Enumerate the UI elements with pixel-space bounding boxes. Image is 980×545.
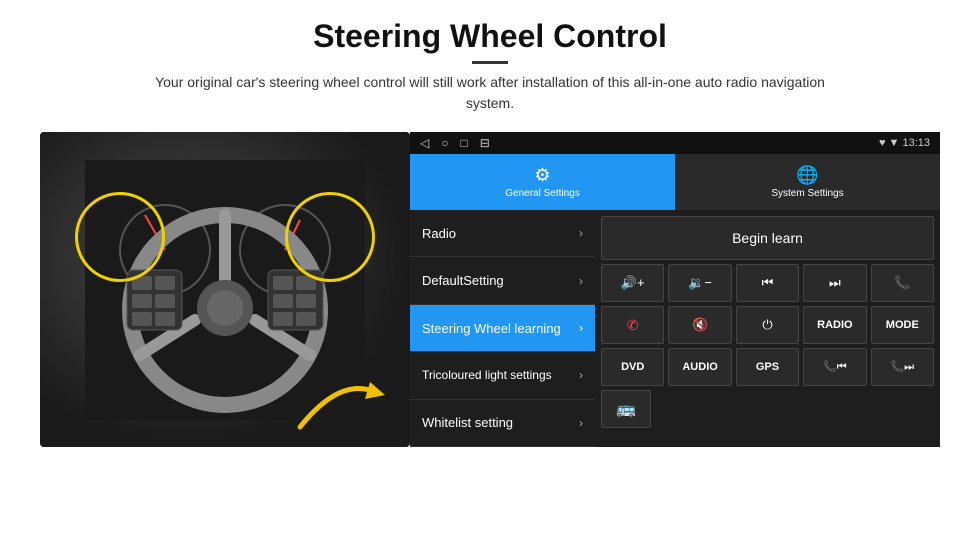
prev-icon: ⏮ <box>762 275 774 291</box>
menu-item-whitelist[interactable]: Whitelist setting › <box>410 400 595 447</box>
menu-tricolour-label: Tricoloured light settings <box>422 368 552 382</box>
tab-general-label: General Settings <box>505 188 580 199</box>
control-buttons-row3: DVD AUDIO GPS 📞⏮ 📞⏭ <box>601 348 934 386</box>
dvd-button[interactable]: DVD <box>601 348 664 386</box>
screenshot-nav-icon[interactable]: ⊟ <box>480 136 490 150</box>
tab-system-label: System Settings <box>771 188 843 199</box>
tel-next-icon: 📞⏭ <box>890 360 914 374</box>
tel-next-button[interactable]: 📞⏭ <box>871 348 934 386</box>
next-track-button[interactable]: ⏭ <box>803 264 866 302</box>
chevron-right-icon: › <box>579 274 583 288</box>
whitelist-bus-icon[interactable]: 🚌 <box>601 390 651 428</box>
call-end-button[interactable]: ✆ <box>601 306 664 344</box>
chevron-right-icon: › <box>579 368 583 382</box>
mode-button[interactable]: MODE <box>871 306 934 344</box>
menu-item-tricolour[interactable]: Tricoloured light settings › <box>410 352 595 399</box>
power-icon: ⏻ <box>762 317 772 333</box>
mode-label: MODE <box>886 319 919 331</box>
bus-icon: 🚌 <box>616 399 636 419</box>
status-bar-nav-icons: ◁ ○ □ ⊟ <box>420 136 490 150</box>
status-time: ♥ ▼ 13:13 <box>879 137 930 149</box>
globe-icon: 🌐 <box>796 165 818 186</box>
content-area: ◁ ○ □ ⊟ ♥ ▼ 13:13 ⚙ General Settings 🌐 S… <box>40 132 940 535</box>
menu-steering-label: Steering Wheel learning <box>422 321 561 336</box>
begin-learn-row: Begin learn <box>601 216 934 260</box>
vol-down-icon: 🔉− <box>688 275 712 291</box>
control-buttons-row2: ✆ 🔇 ⏻ RADIO MODE <box>601 306 934 344</box>
radio-button[interactable]: RADIO <box>803 306 866 344</box>
menu-default-label: DefaultSetting <box>422 273 504 288</box>
tab-general-settings[interactable]: ⚙ General Settings <box>410 154 675 210</box>
menu-radio-label: Radio <box>422 226 456 241</box>
gps-label: GPS <box>756 361 779 373</box>
status-bar: ◁ ○ □ ⊟ ♥ ▼ 13:13 <box>410 132 940 154</box>
steering-wheel-image <box>40 132 410 447</box>
tab-bar: ⚙ General Settings 🌐 System Settings <box>410 154 940 210</box>
whitelist-icon-row: 🚌 <box>601 390 934 428</box>
title-section: Steering Wheel Control Your original car… <box>130 18 850 114</box>
back-nav-icon[interactable]: ◁ <box>420 136 429 150</box>
title-divider <box>472 61 508 64</box>
power-button[interactable]: ⏻ <box>736 306 799 344</box>
prev-track-button[interactable]: ⏮ <box>736 264 799 302</box>
menu-item-default-setting[interactable]: DefaultSetting › <box>410 257 595 304</box>
menu-item-radio[interactable]: Radio › <box>410 210 595 257</box>
control-panel: Begin learn 🔊+ 🔉− ⏮ <box>595 210 940 447</box>
home-nav-icon[interactable]: ○ <box>441 136 448 150</box>
chevron-right-icon: › <box>579 416 583 430</box>
gps-button[interactable]: GPS <box>736 348 799 386</box>
radio-label: RADIO <box>817 319 852 331</box>
begin-learn-button[interactable]: Begin learn <box>601 216 934 260</box>
menu-item-steering-wheel[interactable]: Steering Wheel learning › <box>410 305 595 352</box>
gear-icon: ⚙ <box>534 165 550 186</box>
tel-prev-icon: 📞⏮ <box>823 360 847 374</box>
tab-system-settings[interactable]: 🌐 System Settings <box>675 154 940 210</box>
menu-whitelist-label: Whitelist setting <box>422 415 513 430</box>
audio-label: AUDIO <box>682 361 717 373</box>
subtitle: Your original car's steering wheel contr… <box>130 72 850 114</box>
next-icon: ⏭ <box>829 275 841 291</box>
settings-area: Radio › DefaultSetting › Steering Wheel … <box>410 210 940 447</box>
status-bar-info: ♥ ▼ 13:13 <box>879 137 930 149</box>
recent-nav-icon[interactable]: □ <box>460 136 467 150</box>
head-unit-screen: ◁ ○ □ ⊟ ♥ ▼ 13:13 ⚙ General Settings 🌐 S… <box>410 132 940 447</box>
settings-menu-list: Radio › DefaultSetting › Steering Wheel … <box>410 210 595 447</box>
mute-icon: 🔇 <box>692 317 708 333</box>
page-title: Steering Wheel Control <box>130 18 850 55</box>
phone-icon: 📞 <box>894 275 910 291</box>
tel-prev-button[interactable]: 📞⏮ <box>803 348 866 386</box>
vol-up-icon: 🔊+ <box>621 275 645 291</box>
mute-button[interactable]: 🔇 <box>668 306 731 344</box>
call-end-icon: ✆ <box>627 317 639 334</box>
control-buttons-row1: 🔊+ 🔉− ⏮ ⏭ 📞 <box>601 264 934 302</box>
chevron-right-icon: › <box>579 321 583 335</box>
volume-down-button[interactable]: 🔉− <box>668 264 731 302</box>
volume-up-button[interactable]: 🔊+ <box>601 264 664 302</box>
dvd-label: DVD <box>621 361 644 373</box>
audio-button[interactable]: AUDIO <box>668 348 731 386</box>
chevron-right-icon: › <box>579 226 583 240</box>
phone-answer-button[interactable]: 📞 <box>871 264 934 302</box>
